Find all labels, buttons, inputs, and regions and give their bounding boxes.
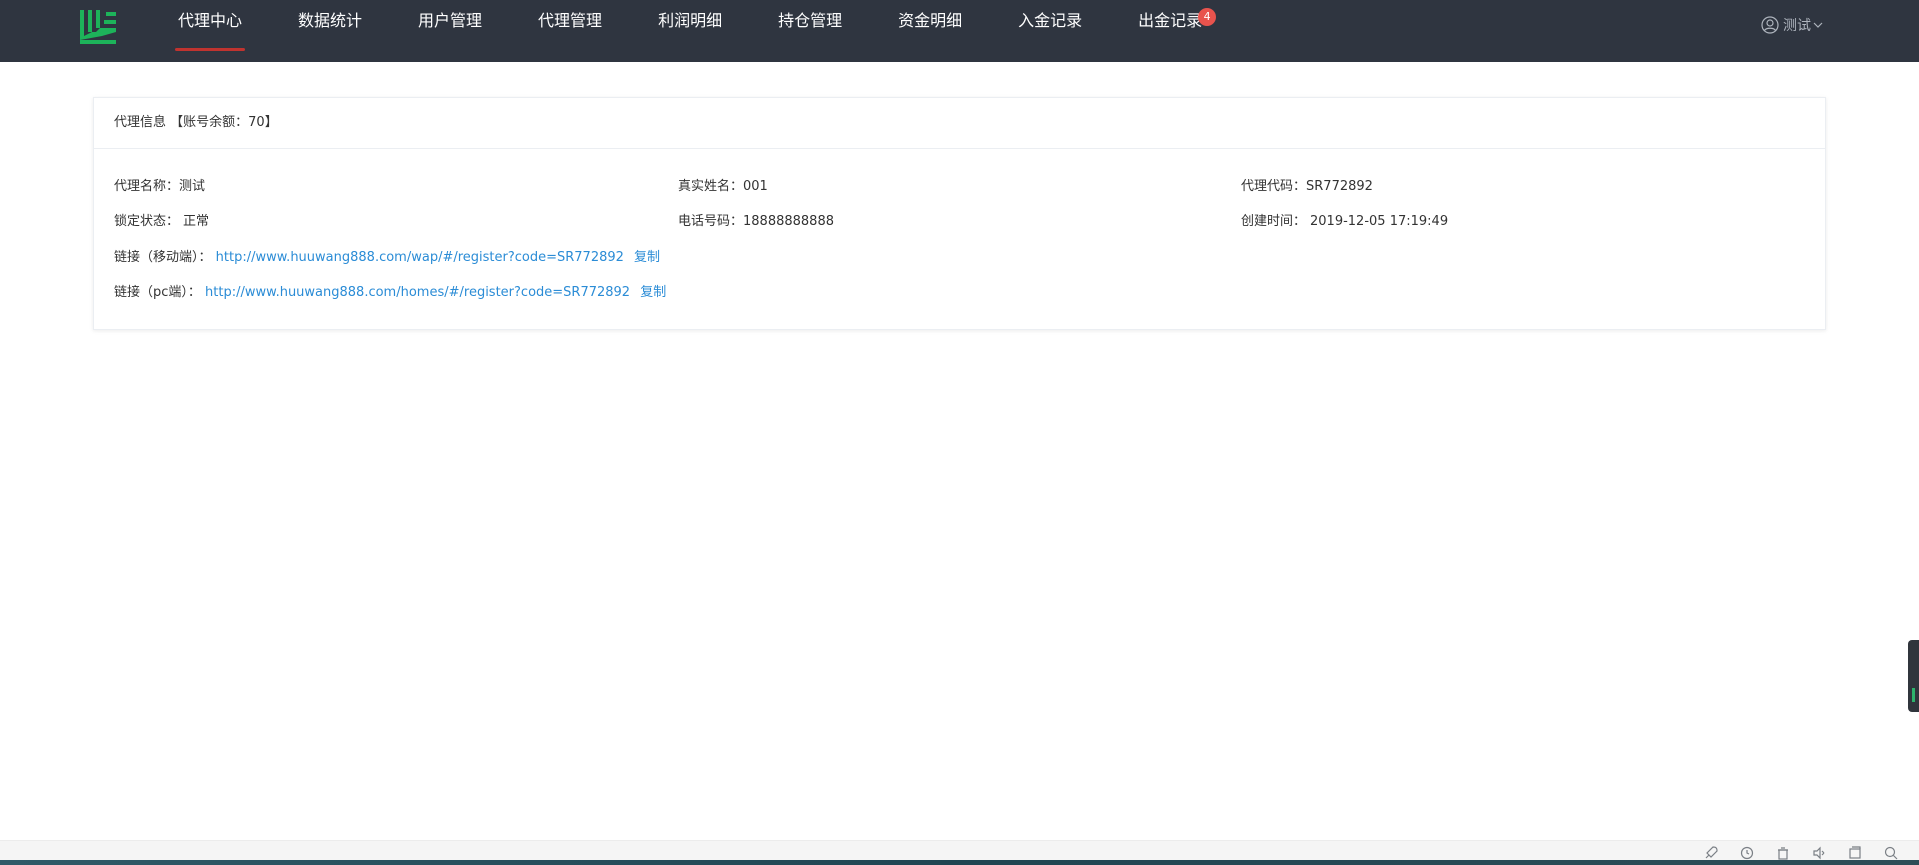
account-balance: 【账号余额：70】 <box>170 115 278 130</box>
logo[interactable] <box>80 10 116 48</box>
main-nav: 代理中心 数据统计 用户管理 代理管理 利润明细 持仓管理 资金明细 入金记录 … <box>150 0 1230 62</box>
user-name: 测试 <box>1783 18 1811 34</box>
agent-name-label: 代理名称： <box>114 179 180 194</box>
nav-item-withdrawal-records[interactable]: 出金记录 4 <box>1110 0 1230 62</box>
nav-item-label: 资金明细 <box>898 11 963 30</box>
agent-code-field: 代理代码：SR772892 <box>1241 177 1373 197</box>
side-scroll-widget[interactable] <box>1908 640 1919 712</box>
info-row: 代理名称：测试 真实姓名：001 代理代码：SR772892 <box>114 177 1804 197</box>
lock-status-label: 锁定状态： <box>114 214 180 229</box>
agent-name-value: 测试 <box>179 179 206 194</box>
bottom-progress-strip <box>0 860 1919 865</box>
nav-item-label: 代理中心 <box>178 11 243 30</box>
agent-code-value: SR772892 <box>1306 179 1373 194</box>
nav-item-label: 出金记录 <box>1138 11 1203 30</box>
info-row: 锁定状态： 正常 电话号码：18888888888 创建时间： 2019-12-05… <box>114 212 1804 232</box>
nav-item-agent-center[interactable]: 代理中心 <box>150 0 270 62</box>
lock-status-value: 正常 <box>183 214 210 229</box>
real-name-field: 真实姓名：001 <box>678 177 768 197</box>
nav-item-data-statistics[interactable]: 数据统计 <box>270 0 390 62</box>
created-time-label: 创建时间： <box>1241 214 1307 229</box>
mobile-link-label: 链接（移动端）： <box>114 250 212 265</box>
nav-item-label: 代理管理 <box>538 11 603 30</box>
user-avatar-icon <box>1761 16 1779 34</box>
copy-pc-link-button[interactable]: 复制 <box>640 285 666 300</box>
copy-mobile-link-button[interactable]: 复制 <box>634 250 660 265</box>
mobile-link-field: 链接（移动端）： http://www.huuwang888.com/wap/#… <box>114 248 660 268</box>
phone-value: 18888888888 <box>743 214 834 229</box>
nav-item-deposit-records[interactable]: 入金记录 <box>990 0 1110 62</box>
card-title: 代理信息 <box>114 115 167 130</box>
chevron-down-icon <box>1813 22 1823 28</box>
agent-code-label: 代理代码： <box>1241 179 1307 194</box>
pc-link-label: 链接（pc端）： <box>114 285 201 300</box>
nav-item-label: 数据统计 <box>298 11 363 30</box>
user-menu[interactable]: 测试 <box>1761 15 1827 35</box>
created-time-field: 创建时间： 2019-12-05 17:19:49 <box>1241 212 1448 232</box>
nav-item-agent-management[interactable]: 代理管理 <box>510 0 630 62</box>
created-time-value: 2019-12-05 17:19:49 <box>1310 214 1449 229</box>
real-name-label: 真实姓名： <box>678 179 744 194</box>
nav-item-user-management[interactable]: 用户管理 <box>390 0 510 62</box>
phone-field: 电话号码：18888888888 <box>678 212 834 232</box>
real-name-value: 001 <box>743 179 768 194</box>
nav-item-label: 持仓管理 <box>778 11 843 30</box>
nav-item-label: 用户管理 <box>418 11 483 30</box>
agent-name-field: 代理名称：测试 <box>114 177 205 197</box>
nav-item-label: 利润明细 <box>658 11 723 30</box>
mobile-link-row: 链接（移动端）： http://www.huuwang888.com/wap/#… <box>114 248 1804 268</box>
pc-link-row: 链接（pc端）： http://www.huuwang888.com/homes… <box>114 283 1804 303</box>
nav-item-fund-details[interactable]: 资金明细 <box>870 0 990 62</box>
mobile-register-link[interactable]: http://www.huuwang888.com/wap/#/register… <box>216 250 624 265</box>
leaf-stripes-logo-icon <box>80 10 116 44</box>
agent-info-card: 代理信息 【账号余额：70】 代理名称：测试 真实姓名：001 代理代码：SR7… <box>93 97 1826 330</box>
pc-register-link[interactable]: http://www.huuwang888.com/homes/#/regist… <box>205 285 630 300</box>
top-nav-bar: 代理中心 数据统计 用户管理 代理管理 利润明细 持仓管理 资金明细 入金记录 … <box>0 0 1919 62</box>
nav-item-profit-details[interactable]: 利润明细 <box>630 0 750 62</box>
nav-item-label: 入金记录 <box>1018 11 1083 30</box>
lock-status-field: 锁定状态： 正常 <box>114 212 209 232</box>
card-header: 代理信息 【账号余额：70】 <box>94 98 1825 149</box>
nav-item-position-management[interactable]: 持仓管理 <box>750 0 870 62</box>
pc-link-field: 链接（pc端）： http://www.huuwang888.com/homes… <box>114 283 666 303</box>
phone-label: 电话号码： <box>678 214 744 229</box>
notification-badge: 4 <box>1198 8 1217 26</box>
